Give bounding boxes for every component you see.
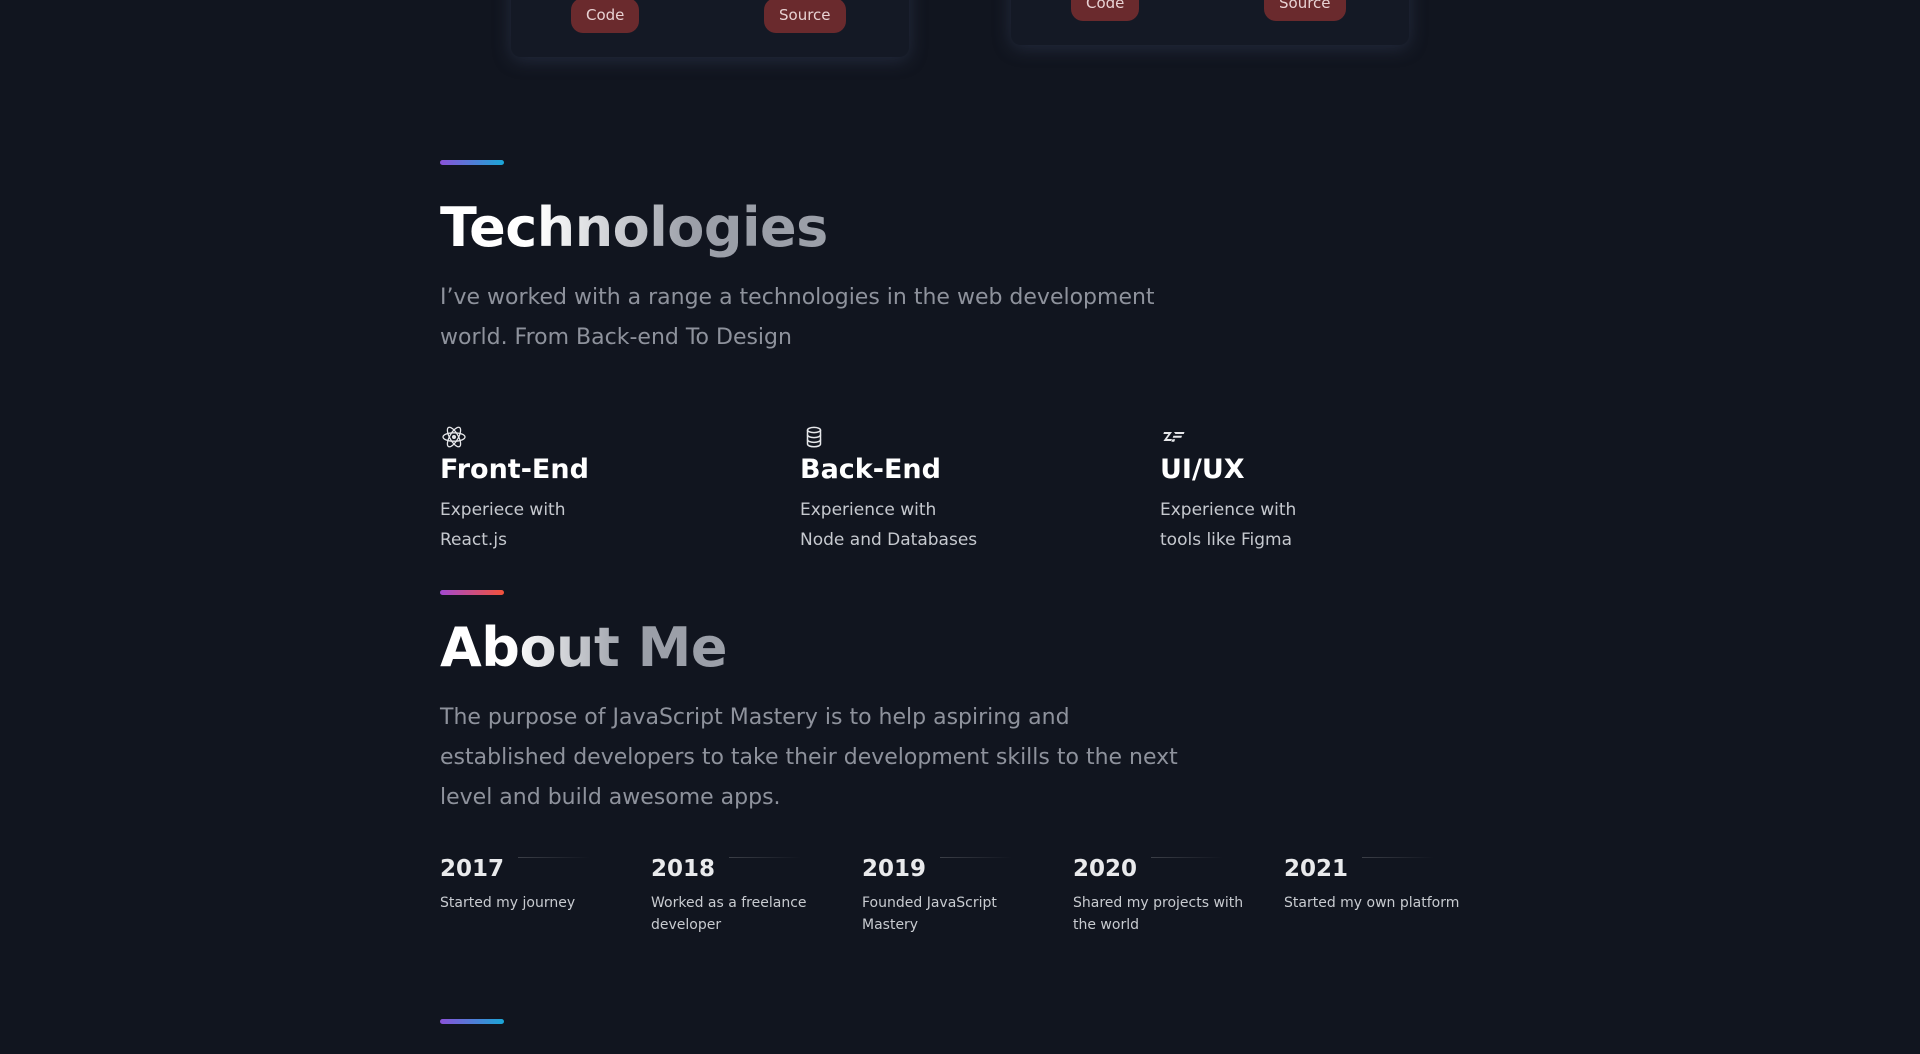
technologies-description: I’ve worked with a range a technologies … (440, 278, 1155, 358)
timeline-year: 2020 (1073, 856, 1138, 882)
timeline-item: 2021 Started my own platform (1284, 856, 1489, 914)
source-button[interactable]: Source (1264, 0, 1346, 21)
tech-item-front-end: Front-End Experiece with React.js (440, 424, 740, 555)
timeline-line (518, 857, 590, 858)
timeline-item: 2019 Founded JavaScript Mastery (862, 856, 1067, 936)
tech-description-line: React.js (440, 530, 507, 550)
timeline-line (729, 857, 801, 858)
tech-title: UI/UX (1160, 454, 1245, 485)
tech-description: Experiece with React.js (440, 495, 640, 555)
react-icon (442, 426, 466, 448)
database-icon (806, 426, 822, 448)
tech-description: Experience with tools like Figma (1160, 495, 1360, 555)
tech-description-line: Experience with (800, 500, 937, 520)
timeline-text: Founded JavaScript Mastery (862, 895, 997, 933)
technologies-description-line: I’ve worked with a range a technologies … (440, 285, 1155, 310)
timeline-item: 2018 Worked as a freelance developer (651, 856, 856, 936)
portfolio-page: Code Source Code Source Technologies I’v… (0, 0, 1920, 1054)
timeline-item: 2020 Shared my projects with the world (1073, 856, 1278, 936)
about-description-line: level and build awesome apps. (440, 785, 781, 810)
code-button[interactable]: Code (571, 0, 640, 33)
about-description-line: established developers to take their dev… (440, 745, 1178, 770)
tech-description-line: tools like Figma (1160, 530, 1293, 550)
about-description-line: The purpose of JavaScript Mastery is to … (440, 705, 1070, 730)
technologies-title: Technologies (440, 196, 828, 259)
timeline-line (940, 857, 1012, 858)
timeline-year: 2018 (651, 856, 716, 882)
tech-item-back-end: Back-End Experience with Node and Databa… (800, 424, 1100, 555)
timeline-year: 2019 (862, 856, 927, 882)
timeline-text: Shared my projects with the world (1073, 895, 1244, 933)
project-card: Code Source (511, 0, 909, 57)
timeline-year: 2021 (1284, 856, 1349, 882)
timeline-year: 2017 (440, 856, 505, 882)
technologies-description-line: world. From Back-end To Design (440, 325, 792, 350)
tech-title: Back-End (800, 454, 941, 485)
tech-item-ui-ux: UI/UX Experience with tools like Figma (1160, 424, 1460, 555)
timeline-line (1151, 857, 1223, 858)
zeplin-icon (1163, 432, 1185, 442)
code-button[interactable]: Code (1071, 0, 1140, 21)
tech-title: Front-End (440, 454, 589, 485)
tech-description-line: Experience with (1160, 500, 1297, 520)
about-title: About Me (440, 616, 727, 679)
timeline-text: Started my own platform (1284, 895, 1460, 911)
tech-description-line: Experiece with (440, 500, 566, 520)
timeline-text: Started my journey (440, 895, 576, 911)
timeline-text: Worked as a freelance developer (651, 895, 807, 933)
tech-description: Experience with Node and Databases (800, 495, 1000, 555)
section-divider (440, 160, 504, 165)
timeline-line (1362, 857, 1434, 858)
source-button[interactable]: Source (764, 0, 846, 33)
project-card: Code Source (1011, 0, 1409, 45)
section-divider (440, 590, 504, 595)
section-divider (440, 1019, 504, 1024)
timeline-item: 2017 Started my journey (440, 856, 645, 914)
tech-description-line: Node and Databases (800, 530, 978, 550)
about-description: The purpose of JavaScript Mastery is to … (440, 698, 1178, 818)
